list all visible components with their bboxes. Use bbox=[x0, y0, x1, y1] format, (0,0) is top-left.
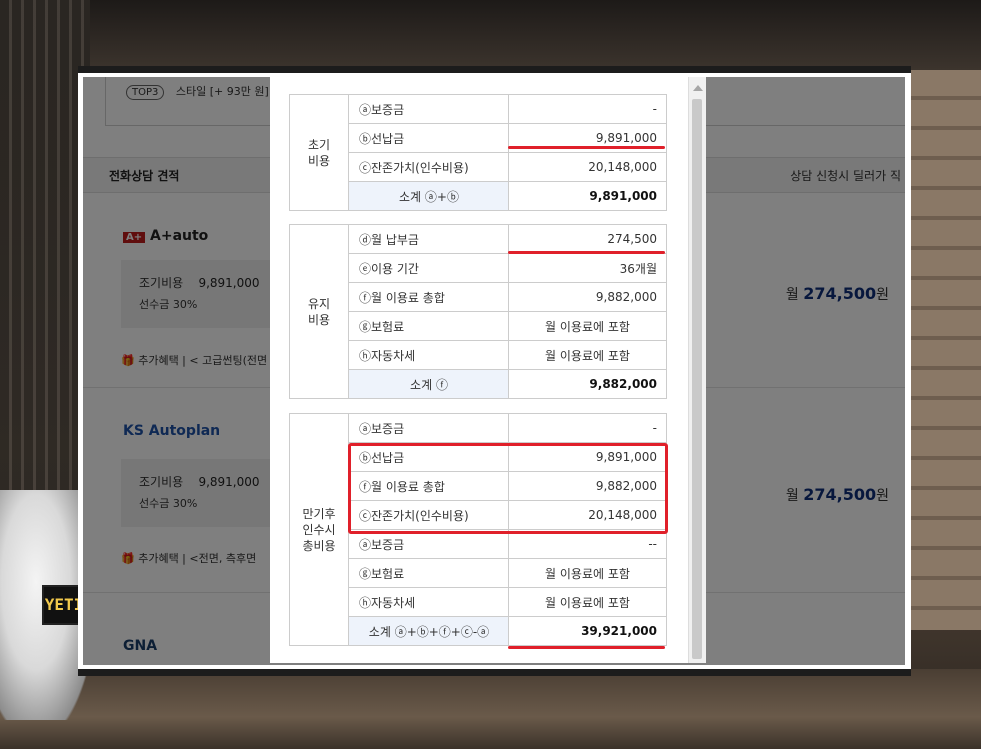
cost-value: 274,500 bbox=[508, 224, 667, 254]
cost-table: 초기 비용 ⓐ보증금 - ⓑ선납금 9,891,000 ⓒ잔존가치(인수비용) 20,148… bbox=[289, 94, 667, 211]
cost-category: 만기후 인수시 총비용 bbox=[289, 413, 349, 646]
highlight-box bbox=[348, 443, 668, 534]
cost-value: 36개월 bbox=[508, 253, 667, 283]
top3-text: 스타일 [+ 93만 원] bbox=[175, 85, 269, 98]
cost-summary-box: 조기비용 9,891,000 선수금 30% bbox=[121, 260, 281, 328]
vendor-logo: GNA bbox=[123, 638, 158, 654]
highlight-underline bbox=[508, 146, 665, 149]
background-wall-left bbox=[0, 0, 90, 520]
section-note: 상담 신청시 딜러가 직 bbox=[790, 169, 901, 183]
gift-icon: 🎁 bbox=[121, 354, 135, 367]
cost-label: ⓒ잔존가치(인수비용) bbox=[348, 152, 509, 182]
scroll-thumb[interactable] bbox=[692, 99, 702, 659]
cost-label: ⓑ선납금 bbox=[348, 123, 509, 153]
cost-value: 월 이용료에 포함 bbox=[508, 311, 667, 341]
cost-detail-modal[interactable]: 초기 비용 ⓐ보증금 - ⓑ선납금 9,891,000 ⓒ잔존가치(인수비용) 20,148… bbox=[270, 77, 688, 663]
cost-value: - bbox=[508, 94, 667, 124]
scroll-up-arrow-icon[interactable] bbox=[693, 85, 703, 91]
cost-value: 월 이용료에 포함 bbox=[508, 587, 667, 617]
cost-value: 20,148,000 bbox=[508, 152, 667, 182]
top3-row: TOP3 스타일 [+ 93만 원] bbox=[126, 83, 269, 100]
highlight-underline bbox=[508, 646, 665, 649]
background-wall-right bbox=[901, 70, 981, 630]
cost-category: 유지 비용 bbox=[289, 224, 349, 399]
cost-label: ⓓ월 납부금 bbox=[348, 224, 509, 254]
monthly-price: 월 274,500원 bbox=[785, 485, 889, 504]
highlight-underline bbox=[508, 251, 665, 254]
benefit-text: 🎁 추가혜택 | < 고급썬팅(전면 bbox=[121, 354, 268, 367]
initial-cost-label: 조기비용 9,891,000 bbox=[139, 475, 260, 489]
cost-label: ⓖ보험료 bbox=[348, 311, 509, 341]
background-ground bbox=[0, 669, 981, 749]
cost-category: 초기 비용 bbox=[289, 94, 349, 211]
subtotal-value: 9,891,000 bbox=[508, 181, 667, 211]
down-payment-label: 선수금 30% bbox=[139, 497, 198, 510]
cost-row: 만기후 인수시 총비용 ⓐ보증금 - bbox=[289, 413, 667, 646]
subtotal-label: 소계 ⓐ+ⓑ bbox=[348, 181, 509, 211]
cost-label: ⓖ보험료 bbox=[348, 558, 509, 588]
initial-cost-label: 조기비용 9,891,000 bbox=[139, 276, 260, 290]
benefit-text: 🎁 추가혜택 | <전면, 측후면 bbox=[121, 552, 257, 565]
cost-label: ⓗ자동차세 bbox=[348, 340, 509, 370]
subtotal-label: 소계 ⓕ bbox=[348, 369, 509, 399]
gift-icon: 🎁 bbox=[121, 552, 135, 565]
cost-label: ⓔ이용 기간 bbox=[348, 253, 509, 283]
cost-row: 유지 비용 ⓓ월 납부금 274,500 bbox=[289, 224, 667, 399]
cost-value: - bbox=[508, 413, 667, 443]
cost-value: 9,882,000 bbox=[508, 282, 667, 312]
vendor-logo: KS Autoplan bbox=[123, 423, 221, 439]
background-photo-top bbox=[90, 0, 981, 70]
top3-badge: TOP3 bbox=[126, 85, 165, 100]
subtotal-label: 소계 ⓐ+ⓑ+ⓕ+ⓒ-ⓐ bbox=[348, 616, 509, 646]
cost-value: 월 이용료에 포함 bbox=[508, 340, 667, 370]
cost-value: 월 이용료에 포함 bbox=[508, 558, 667, 588]
modal-scrollbar[interactable] bbox=[688, 77, 706, 663]
cost-label: ⓗ자동차세 bbox=[348, 587, 509, 617]
frame-bottom-bar bbox=[78, 669, 911, 676]
cost-label: ⓕ월 이용료 총합 bbox=[348, 282, 509, 312]
monthly-price: 월 274,500원 bbox=[785, 284, 889, 303]
down-payment-label: 선수금 30% bbox=[139, 298, 198, 311]
vendor-logo: A+ A+auto bbox=[123, 228, 208, 244]
cost-label: ⓐ보증금 bbox=[348, 413, 509, 443]
section-title: 전화상담 견적 bbox=[109, 169, 180, 183]
subtotal-value: 9,882,000 bbox=[508, 369, 667, 399]
subtotal-value: 39,921,000 bbox=[508, 616, 667, 646]
cost-summary-box: 조기비용 9,891,000 선수금 30% bbox=[121, 459, 281, 527]
cost-label: ⓐ보증금 bbox=[348, 94, 509, 124]
cost-row: 초기 비용 ⓐ보증금 - bbox=[289, 94, 667, 211]
